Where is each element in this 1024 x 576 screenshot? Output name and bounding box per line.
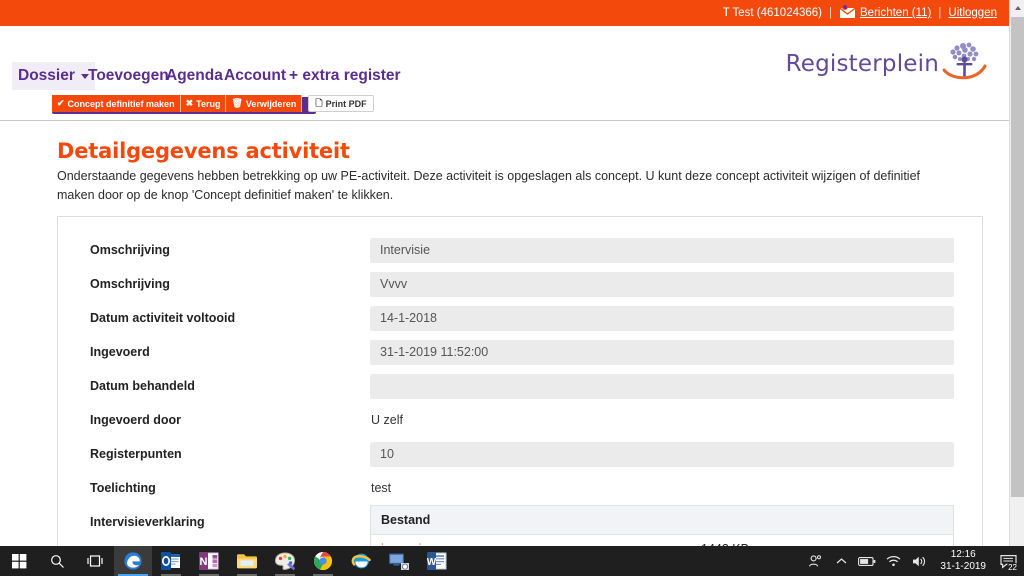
taskbar-app-remote-desktop-icon[interactable] <box>380 546 418 576</box>
check-icon: ✔ <box>57 98 65 108</box>
attachment-table-header-bestand: Bestand <box>371 506 953 535</box>
label-toelichting: Toelichting <box>90 481 156 495</box>
value-toelichting: test <box>371 481 392 495</box>
wifi-icon[interactable] <box>880 546 906 576</box>
vertical-scrollbar[interactable] <box>1009 0 1024 546</box>
input-omschrijving-1[interactable]: Intervisie <box>370 237 954 263</box>
messages-link[interactable]: Berichten (11) <box>860 7 931 19</box>
action-buttons: ✔ Concept definitief maken ✖ Terug 🗑 Ver… <box>52 95 374 112</box>
table-row: image.jpg 1443 KB <box>371 535 953 546</box>
header-divider <box>0 120 1009 121</box>
trash-icon: 🗑 <box>231 98 243 108</box>
cross-icon: ✖ <box>185 98 194 108</box>
label-ingevoerd-door: Ingevoerd door <box>90 413 181 427</box>
show-hidden-icons-chevron-icon[interactable] <box>828 546 854 576</box>
taskbar-app-outlook-icon[interactable] <box>152 546 190 576</box>
verwijderen-button[interactable]: 🗑 Verwijderen <box>226 95 303 112</box>
label-intervisieverklaring: Intervisieverklaring <box>90 515 205 529</box>
notification-count-badge: 22 <box>1006 563 1019 572</box>
nav-label-agenda: Agenda <box>166 67 223 84</box>
label-datum-behandeld: Datum behandeld <box>90 379 195 393</box>
input-datum-behandeld[interactable] <box>370 373 954 399</box>
form-row-toelichting: Toelichting test <box>74 471 954 505</box>
form-row-registerpunten: Registerpunten 10 <box>74 437 954 471</box>
utility-topbar: T Test (461024366) | Berichten (11) | Ui… <box>0 0 1009 26</box>
topbar-separator-1: | <box>829 7 833 19</box>
action-center-icon[interactable]: 22 <box>994 546 1022 576</box>
label-datum-activiteit-voltooid: Datum activiteit voltooid <box>90 311 236 325</box>
pdf-document-icon: 🗋 <box>315 97 323 108</box>
taskbar-app-onenote-icon[interactable]: N <box>190 546 228 576</box>
input-ingevoerd[interactable]: 31-1-2019 11:52:00 <box>370 339 954 365</box>
taskbar-app-file-explorer-icon[interactable] <box>228 546 266 576</box>
taskbar-app-internet-explorer-icon[interactable] <box>342 546 380 576</box>
search-icon[interactable] <box>38 546 76 576</box>
taskbar-app-edge-icon[interactable] <box>114 546 152 576</box>
unread-badge-dot <box>842 4 849 10</box>
activity-details-card: Omschrijving Intervisie Omschrijving Vvv… <box>57 216 983 546</box>
label-registerpunten: Registerpunten <box>90 447 182 461</box>
nav-item-extra-register[interactable]: + extra register <box>283 62 407 90</box>
form-row-intervisieverklaring: Intervisieverklaring Bestand image.jpg 1… <box>74 505 954 546</box>
browser-viewport: T Test (461024366) | Berichten (11) | Ui… <box>0 0 1009 546</box>
taskbar-app-chrome-icon[interactable] <box>304 546 342 576</box>
taskbar-clock[interactable]: 12:16 31-1-2019 <box>932 549 994 574</box>
nav-label-dossier: Dossier <box>18 67 75 84</box>
task-view-icon[interactable] <box>76 546 114 576</box>
envelope-icon <box>839 4 857 19</box>
page-description: Onderstaande gegevens hebben betrekking … <box>57 169 921 203</box>
input-registerpunten[interactable]: 10 <box>370 441 954 467</box>
print-pdf-button[interactable]: 🗋 Print PDF <box>308 95 374 112</box>
nav-label-toevoegen: Toevoegen <box>88 67 169 84</box>
label-omschrijving-1: Omschrijving <box>90 243 170 257</box>
terug-label: Terug <box>196 98 221 109</box>
nav-label-extra-register: + extra register <box>289 67 401 84</box>
attachment-table: Bestand image.jpg 1443 KB <box>370 505 954 546</box>
battery-icon[interactable] <box>854 546 880 576</box>
input-omschrijving-2[interactable]: Vvvv <box>370 271 954 297</box>
form-row-ingevoerd: Ingevoerd 31-1-2019 11:52:00 <box>74 335 954 369</box>
screen: T Test (461024366) | Berichten (11) | Ui… <box>0 0 1024 576</box>
input-datum-activiteit-voltooid[interactable]: 14-1-2018 <box>370 305 954 331</box>
form-row-datum-activiteit-voltooid: Datum activiteit voltooid 14-1-2018 <box>74 301 954 335</box>
form-row-omschrijving-1: Omschrijving Intervisie <box>74 233 954 267</box>
svg-text:N: N <box>200 556 208 568</box>
topbar-separator-2: | <box>938 7 942 19</box>
system-tray: 12:16 31-1-2019 22 <box>802 546 1024 576</box>
form-row-omschrijving-2: Omschrijving Vvvv <box>74 267 954 301</box>
taskbar-app-word-icon[interactable]: W <box>418 546 456 576</box>
windows-start-icon[interactable] <box>0 546 38 576</box>
label-omschrijving-2: Omschrijving <box>90 277 170 291</box>
form-row-ingevoerd-door: Ingevoerd door U zelf <box>74 403 954 437</box>
page-title: Detailgegevens activiteit <box>57 139 350 163</box>
chevron-up-icon[interactable] <box>1010 0 1024 15</box>
people-icon[interactable] <box>802 546 828 576</box>
taskbar-app-paint-icon[interactable] <box>266 546 304 576</box>
concept-definitief-maken-label: Concept definitief maken <box>67 98 175 109</box>
value-ingevoerd-door: U zelf <box>371 413 403 427</box>
label-ingevoerd: Ingevoerd <box>90 345 150 359</box>
form-row-datum-behandeld: Datum behandeld <box>74 369 954 403</box>
main-navigation: Dossier Toevoegen Agenda Account + extra… <box>0 62 1009 96</box>
concept-definitief-maken-button[interactable]: ✔ Concept definitief maken <box>52 95 181 112</box>
current-user-label: T Test (461024366) <box>722 7 823 19</box>
logo-strip: Registerplein <box>0 26 1009 80</box>
nav-label-account: Account <box>224 67 286 84</box>
logout-link[interactable]: Uitloggen <box>948 7 997 19</box>
terug-button[interactable]: ✖ Terug <box>180 95 227 112</box>
clock-date: 31-1-2019 <box>940 561 986 572</box>
nav-item-account[interactable]: Account <box>218 62 292 90</box>
svg-text:W: W <box>427 557 437 568</box>
verwijderen-label: Verwijderen <box>245 98 297 109</box>
windows-taskbar: N W 12:16 31-1-2019 22 <box>0 546 1024 576</box>
scrollbar-thumb[interactable] <box>1011 17 1024 497</box>
print-pdf-label: Print PDF <box>325 98 367 109</box>
clock-time: 12:16 <box>950 548 976 560</box>
volume-icon[interactable] <box>906 546 932 576</box>
